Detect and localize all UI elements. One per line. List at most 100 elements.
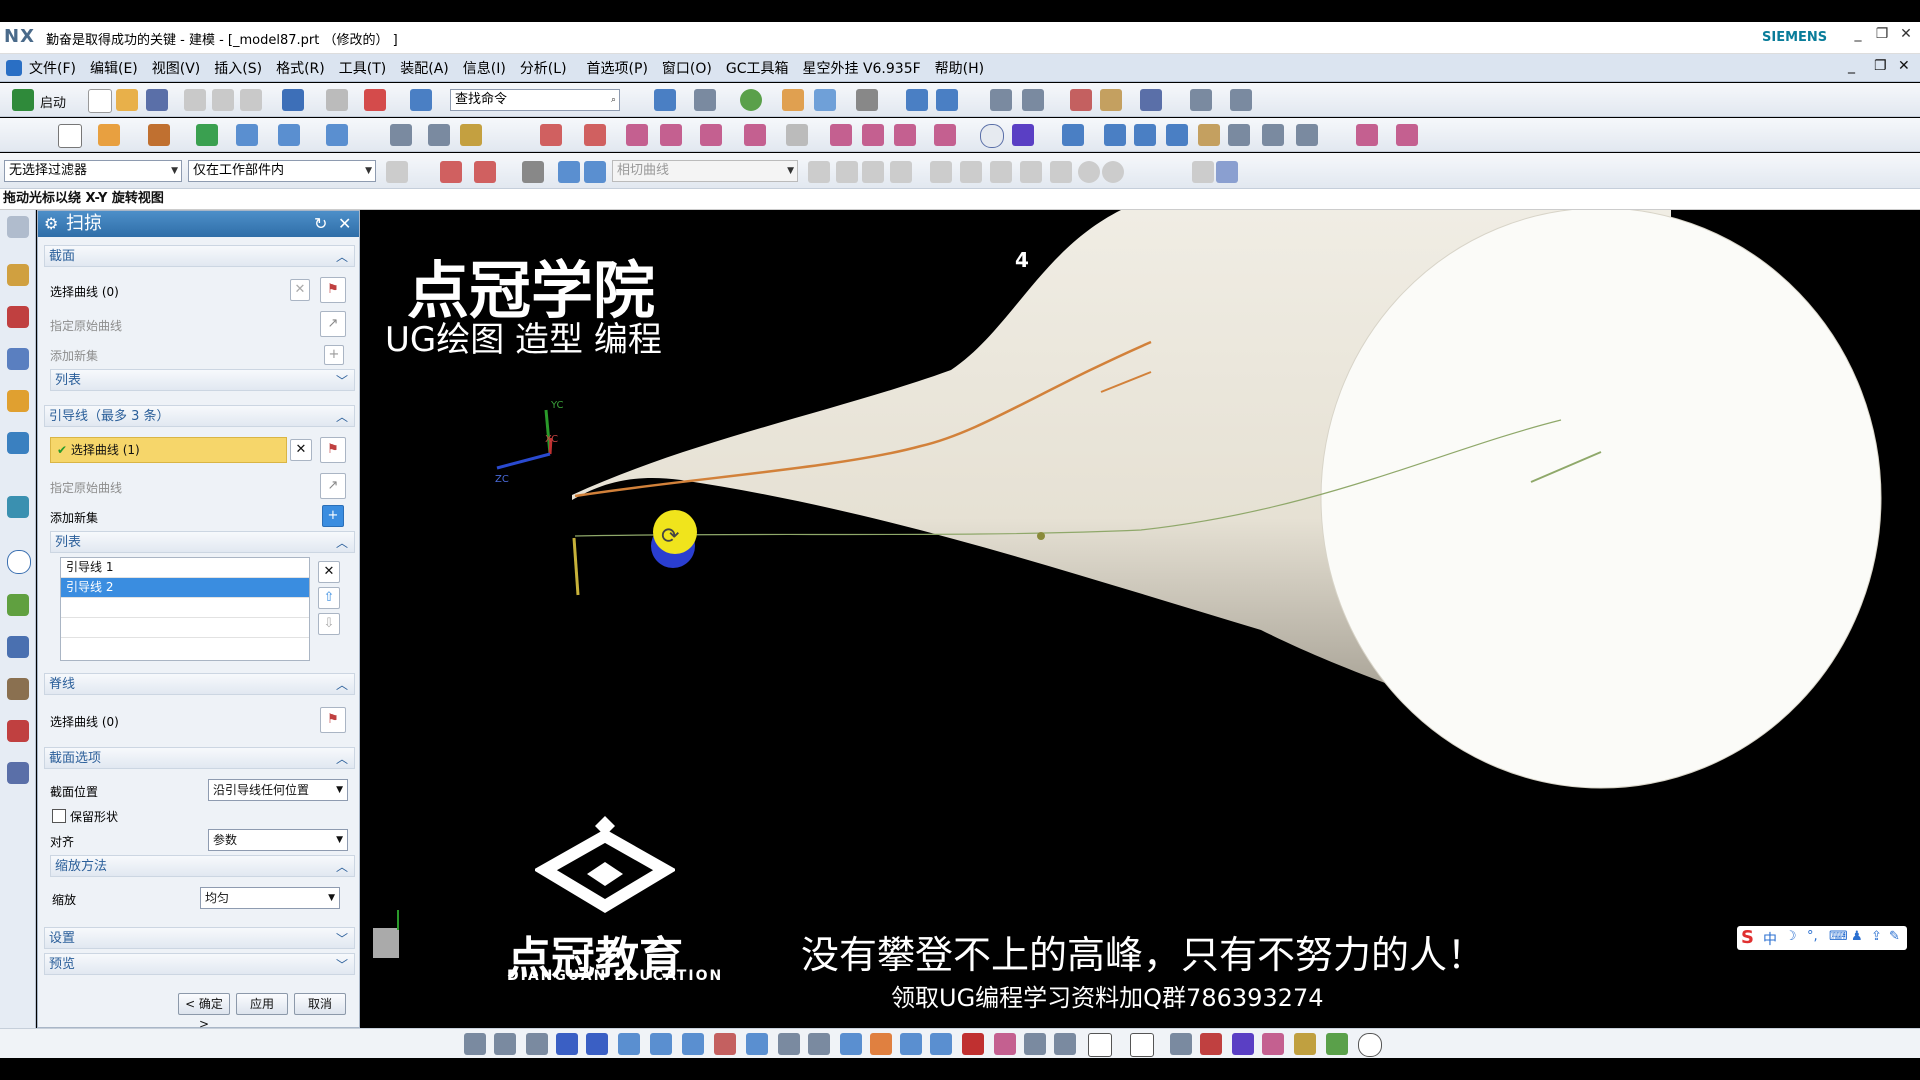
reset-icon[interactable]: ↻ <box>314 211 327 237</box>
select-all-icon[interactable] <box>440 161 462 183</box>
apply-button[interactable]: 应用 <box>236 993 288 1015</box>
thicken-icon[interactable] <box>1104 124 1126 146</box>
arrow-left-icon[interactable] <box>556 1033 578 1055</box>
assembly-icon[interactable] <box>990 89 1012 111</box>
selection-scope-dropdown[interactable]: 仅在工作部件内 ▼ <box>188 160 376 182</box>
bottom-tool-28-icon[interactable] <box>1326 1033 1348 1055</box>
bottom-tool-19-icon[interactable] <box>1024 1033 1046 1055</box>
settings-icon[interactable] <box>7 216 29 238</box>
preview-group-header[interactable]: 预览 ﹀ <box>44 953 355 975</box>
snap-mid-icon[interactable] <box>836 161 858 183</box>
background-icon[interactable] <box>856 89 878 111</box>
bottom-tool-15-icon[interactable] <box>900 1033 922 1055</box>
surface-icon-4[interactable] <box>660 124 682 146</box>
bottom-tool-18-icon[interactable] <box>994 1033 1016 1055</box>
surface-icon-1[interactable] <box>540 124 562 146</box>
surface-icon-11[interactable] <box>934 124 956 146</box>
command-finder-icon[interactable] <box>410 89 432 111</box>
bottom-tool-13-icon[interactable] <box>840 1033 862 1055</box>
section-remove-icon[interactable]: ✕ <box>290 279 310 301</box>
spine-group-header[interactable]: 脊线 ︿ <box>44 673 355 695</box>
snap-end-icon[interactable] <box>808 161 830 183</box>
section-options-group-header[interactable]: 截面选项 ︿ <box>44 747 355 769</box>
ruler-icon[interactable] <box>1230 89 1252 111</box>
section-origin-icon[interactable]: ↗ <box>320 311 346 337</box>
list-delete-icon[interactable]: ✕ <box>318 561 340 583</box>
bottom-tool-11-icon[interactable] <box>778 1033 800 1055</box>
menu-view[interactable]: 视图(V) <box>145 58 208 78</box>
guide-add-set-icon[interactable]: + <box>322 505 344 527</box>
list-move-up-icon[interactable]: ⇧ <box>318 587 340 609</box>
snap-cross-icon[interactable] <box>1050 161 1072 183</box>
bottom-tool-3-icon[interactable] <box>526 1033 548 1055</box>
layer-icon[interactable] <box>906 89 928 111</box>
highlight-icon[interactable] <box>558 161 580 183</box>
grid-icon[interactable] <box>1190 89 1212 111</box>
render-style-icon[interactable] <box>694 89 716 111</box>
paste-icon[interactable] <box>240 89 262 111</box>
guide-select-curve-row[interactable]: ✔ 选择曲线 (1) <box>50 437 287 463</box>
bottom-tool-7-icon[interactable] <box>650 1033 672 1055</box>
clock-icon[interactable] <box>980 124 1004 148</box>
rectangle-icon[interactable] <box>1088 1033 1112 1057</box>
menu-tools[interactable]: 工具(T) <box>332 58 393 78</box>
snap-icon[interactable] <box>1022 89 1044 111</box>
snap-misc2-icon[interactable] <box>1216 161 1238 183</box>
boolean-icon[interactable] <box>326 124 348 146</box>
menu-window[interactable]: 窗口(O) <box>655 58 719 78</box>
bottom-tool-8-icon[interactable] <box>682 1033 704 1055</box>
guide-list-item-1[interactable]: 引导线 1 <box>61 558 309 578</box>
menu-gc-toolbox[interactable]: GC工具箱 <box>719 58 796 78</box>
law-extension-icon[interactable] <box>1262 124 1284 146</box>
sew-icon[interactable] <box>1134 124 1156 146</box>
curve-rule-dropdown[interactable]: 相切曲线 ▼ <box>612 160 798 182</box>
guide-list-header[interactable]: 列表 ︿ <box>50 531 355 553</box>
bottom-tool-2-icon[interactable] <box>494 1033 516 1055</box>
bottom-tool-27-icon[interactable] <box>1294 1033 1316 1055</box>
surface-icon-6[interactable] <box>744 124 766 146</box>
section-list-header[interactable]: 列表 ﹀ <box>50 369 355 391</box>
menu-info[interactable]: 信息(I) <box>456 58 513 78</box>
menu-edit[interactable]: 编辑(E) <box>83 58 145 78</box>
bottom-tool-1-icon[interactable] <box>464 1033 486 1055</box>
menu-plugin[interactable]: 星空外挂 V6.935F <box>796 58 928 78</box>
bottom-tool-24-icon[interactable] <box>1200 1033 1222 1055</box>
doc-restore-button[interactable]: ❐ <box>1874 58 1887 74</box>
spine-curve-picker-icon[interactable]: ⚑ <box>320 707 346 733</box>
orient-view-icon[interactable] <box>814 89 836 111</box>
repeat-command-icon[interactable] <box>364 89 386 111</box>
split-icon[interactable] <box>428 124 450 146</box>
menu-preferences[interactable]: 首选项(P) <box>580 58 655 78</box>
menu-analysis[interactable]: 分析(L) <box>513 58 574 78</box>
ime-toolbar[interactable]: S 中 ☽ °, ⌨ ♟ ⇪ ✎ <box>1737 926 1907 950</box>
extension-icon[interactable] <box>1296 124 1318 146</box>
copy-icon[interactable] <box>212 89 234 111</box>
type-filter-dropdown[interactable]: 无选择过滤器 ▼ <box>4 160 182 182</box>
guide-group-header[interactable]: 引导线（最多 3 条） ︿ <box>44 405 355 427</box>
save-icon[interactable] <box>146 89 168 111</box>
snap-quad-icon[interactable] <box>890 161 912 183</box>
surface-icon-5[interactable] <box>700 124 722 146</box>
manufacturing-wizard-icon[interactable] <box>7 678 29 700</box>
measure-icon[interactable] <box>1070 89 1092 111</box>
trim-icon[interactable] <box>390 124 412 146</box>
bottom-tool-17-icon[interactable] <box>962 1033 984 1055</box>
constraint-navigator-icon[interactable] <box>7 306 29 328</box>
system-materials-icon[interactable] <box>7 594 29 616</box>
section-curve-picker-icon[interactable]: ⚑ <box>320 277 346 303</box>
bottom-tool-25-icon[interactable] <box>1232 1033 1254 1055</box>
bottom-tool-9-icon[interactable] <box>714 1033 736 1055</box>
sweep-icon[interactable] <box>1012 124 1034 146</box>
keep-shape-checkbox[interactable] <box>52 809 66 823</box>
graphics-window[interactable]: ⟳ 点冠学院 UG绘图 造型 编程 4 YC XC ZC 点冠教育 DIANGU… <box>361 210 1920 1028</box>
reuse-library-icon[interactable] <box>7 390 29 412</box>
doc-close-button[interactable]: ✕ <box>1898 58 1910 74</box>
surface-icon-3[interactable] <box>626 124 648 146</box>
guide-list-item-2[interactable]: 引导线 2 <box>61 578 309 598</box>
menu-help[interactable]: 帮助(H) <box>928 58 991 78</box>
scaling-method-header[interactable]: 缩放方法 ︿ <box>50 855 355 877</box>
menu-assembly[interactable]: 装配(A) <box>393 58 456 78</box>
process-studio-icon[interactable] <box>7 636 29 658</box>
bottom-tool-12-icon[interactable] <box>808 1033 830 1055</box>
app-menu-icon[interactable] <box>6 59 22 76</box>
